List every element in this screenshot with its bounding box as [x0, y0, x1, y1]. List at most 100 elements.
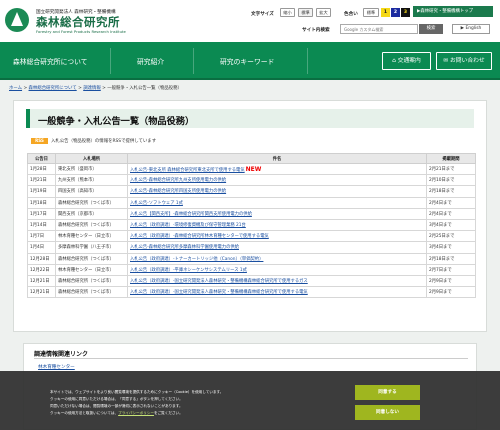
nav-item-keywords[interactable]: 研究のキーワード	[220, 56, 274, 66]
row-place: 森林総合研究所（つくば市）	[55, 218, 128, 232]
row-period: 2月9日まで	[426, 274, 476, 288]
row-period: 2月9日まで	[426, 286, 476, 299]
text-size-small-button[interactable]: 縮小	[280, 8, 295, 17]
table-row: 12月21日 森林総合研究所（つくば市） 入札公告（政府調達）-国立研究開発法人森林…	[27, 274, 476, 288]
color-option-3-button[interactable]: 3	[401, 8, 410, 17]
row-place: 林木育種センター（日立市）	[55, 263, 128, 276]
row-subject-link[interactable]: 入札公告-東北支所 森林総合研究所東北支所で使用する電気NEW	[127, 162, 427, 176]
row-date: 12月21日	[27, 286, 56, 299]
row-period: 3月4日まで	[426, 218, 476, 232]
row-period: 2月25日まで	[426, 230, 476, 243]
row-subject-link[interactable]: 入札公告-森林総合研究所四国支所使用電力の供給	[127, 185, 427, 198]
related-link-breeding-center[interactable]: 林木育種センター	[38, 364, 75, 370]
table-row: 1月28日 東北支所（盛岡市） 入札公告-東北支所 森林総合研究所東北支所で使用する…	[27, 162, 476, 176]
column-header-period: 掲載期間	[426, 153, 476, 164]
row-subject-link[interactable]: 入札公告（政府調達）-環境修復資機及び保守管理業務 21台	[127, 218, 427, 232]
row-period: 2月18日まで	[426, 252, 476, 265]
row-period: 2月10日まで	[426, 174, 476, 187]
cookie-consent-banner: 本サイトでは、ウェブサイトをより良い閲覧環境を提供するためにクッキー（Cooki…	[0, 371, 500, 430]
color-standard-button[interactable]: 標準	[363, 8, 379, 17]
organization-top-link[interactable]: ▶森林研究・整備機構トップ	[413, 6, 493, 17]
nav-item-about[interactable]: 森林総合研究所について	[13, 56, 88, 66]
row-place: 森林総合研究所（つくば市）	[55, 196, 128, 209]
nav-item-research[interactable]: 研究紹介	[137, 56, 164, 66]
english-link[interactable]: ▶ English	[452, 24, 490, 34]
cookie-agree-button[interactable]: 同意する	[355, 385, 420, 400]
text-size-standard-button[interactable]: 標準	[298, 8, 313, 17]
row-period: 2月4日まで	[426, 196, 476, 209]
breadcrumb-current: 一般競争・入札公告一覧（物品役務）	[107, 86, 182, 91]
access-button[interactable]: ⌂ 交通案内	[382, 52, 431, 70]
text-size-large-button[interactable]: 拡大	[316, 8, 331, 17]
row-date: 1月4日	[27, 241, 56, 254]
nav-divider	[110, 48, 111, 74]
row-date: 1月19日	[27, 185, 56, 198]
column-header-date: 公告日	[27, 153, 56, 164]
table-header-row: 公告日 入札場所 件名 掲載期間	[27, 153, 476, 164]
row-place: 関西支所（京都市）	[55, 207, 128, 220]
row-date: 1月7日	[27, 230, 56, 243]
row-date: 1月17日	[27, 207, 56, 220]
rss-description: 入札公告（物品役務）の情報をRSSで提供しています	[51, 139, 157, 144]
nav-divider	[307, 48, 308, 74]
row-date: 1月18日	[27, 196, 56, 209]
row-subject-link[interactable]: 入札公告（政府調達）-トナーカートリッジ他（Canon）（単価契約）	[127, 252, 427, 265]
row-subject-link[interactable]: 入札公告-森林総合研究所多摩森林科学園使用電力の供給	[127, 241, 427, 254]
row-date: 1月28日	[27, 162, 56, 176]
table-row: 1月4日 多摩森林科学園（八王子市） 入札公告-森林総合研究所多摩森林科学園使用電力…	[27, 241, 476, 254]
row-subject-link[interactable]: 入札公告（政府調達）-国立研究開発法人森林研究・整備機構森林総合研究所で使用する…	[127, 274, 427, 288]
global-navigation: 森林総合研究所について 研究紹介 研究のキーワード ⌂ 交通案内 ✉ お問い合わ…	[0, 42, 500, 80]
table-row: 1月14日 森林総合研究所（つくば市） 入札公告（政府調達）-環境修復資機及び保守管…	[27, 218, 476, 232]
row-date: 1月21日	[27, 174, 56, 187]
table-row: 1月18日 森林総合研究所（つくば市） 入札公告-ソフトウェア 1式 2月4日まで	[27, 196, 476, 209]
row-place: 東北支所（盛岡市）	[55, 162, 128, 176]
site-logo-title[interactable]: 森林総合研究所	[36, 14, 120, 30]
row-place: 林木育種センター（日立市）	[55, 230, 128, 243]
row-place: 九州支所（熊本市）	[55, 174, 128, 187]
table-row: 1月7日 林木育種センター（日立市） 入札公告（政府調達）-森林総合研究所林木育種セ…	[27, 230, 476, 243]
rss-icon[interactable]: RSS	[31, 138, 48, 144]
row-period: 2月21日まで	[426, 162, 476, 176]
color-label: 色合い	[344, 12, 358, 17]
color-option-1-button[interactable]: 1	[381, 8, 390, 17]
cookie-disagree-button[interactable]: 同意しない	[355, 405, 420, 420]
row-date: 12月28日	[27, 252, 56, 265]
page-title-bar: 一般競争・入札公告一覧（物品役務）	[26, 109, 474, 128]
breadcrumb-procurement[interactable]: 調達情報	[83, 86, 101, 91]
table-row: 12月22日 林木育種センター（日立市） 入札公告（政府調達）-平庫ネシーケンサシス…	[27, 263, 476, 276]
privacy-policy-link[interactable]: プライバシーポリシー	[118, 411, 154, 415]
related-links-title: 調達情報関連リンク	[34, 351, 89, 358]
search-input[interactable]	[340, 24, 418, 34]
table-row: 1月19日 四国支所（高知市） 入札公告-森林総合研究所四国支所使用電力の供給 2月1…	[27, 185, 476, 198]
column-header-subject: 件名	[127, 153, 427, 164]
bid-notice-table: 公告日 入札場所 件名 掲載期間 1月28日 東北支所（盛岡市） 入札公告-東北支所…	[27, 153, 476, 299]
table-row: 1月17日 関西支所（京都市） 入札公告【関西支所】-森林総合研究所関西支所使用電力…	[27, 207, 476, 220]
breadcrumb-about[interactable]: 森林総合研究所について	[29, 86, 77, 91]
row-place: 森林総合研究所（つくば市）	[55, 274, 128, 288]
row-place: 森林総合研究所（つくば市）	[55, 252, 128, 265]
row-date: 12月22日	[27, 263, 56, 276]
row-subject-link[interactable]: 入札公告（政府調達）-国立研究開発法人森林研究・整備機構森林総合研究所で使用する…	[127, 286, 427, 299]
search-button[interactable]: 検索	[419, 24, 443, 34]
row-date: 12月21日	[27, 274, 56, 288]
cookie-message: 本サイトでは、ウェブサイトをより良い閲覧環境を提供するためにクッキー（Cooki…	[50, 390, 224, 415]
row-subject-link[interactable]: 入札公告-森林総合研究所九州支所使用電力の供給	[127, 174, 427, 187]
site-search-label: サイト内検索	[302, 28, 330, 33]
contact-button[interactable]: ✉ お問い合わせ	[436, 52, 492, 70]
row-place: 多摩森林科学園（八王子市）	[55, 241, 128, 254]
breadcrumb-home[interactable]: ホーム	[9, 86, 22, 91]
row-period: 2月18日まで	[426, 185, 476, 198]
logo-english-name: Forestry and Forest Products Research In…	[36, 29, 126, 34]
row-subject-link[interactable]: 入札公告-ソフトウェア 1式	[127, 196, 427, 209]
forest-logo-icon[interactable]	[5, 8, 29, 32]
nav-divider	[193, 48, 194, 74]
row-subject-link[interactable]: 入札公告（政府調達）-森林総合研究所林木育種センターで使用する電気	[127, 230, 427, 243]
row-date: 1月14日	[27, 218, 56, 232]
divider	[34, 358, 468, 359]
color-option-2-button[interactable]: 2	[391, 8, 400, 17]
new-badge: NEW	[245, 165, 262, 173]
page-title: 一般競争・入札公告一覧（物品役務）	[38, 116, 195, 127]
row-subject-link[interactable]: 入札公告【関西支所】-森林総合研究所関西支所使用電力の供給	[127, 207, 427, 220]
table-row: 12月28日 森林総合研究所（つくば市） 入札公告（政府調達）-トナーカートリッジ他…	[27, 252, 476, 265]
row-subject-link[interactable]: 入札公告（政府調達）-平庫ネシーケンサシステムリース 1式	[127, 263, 427, 276]
